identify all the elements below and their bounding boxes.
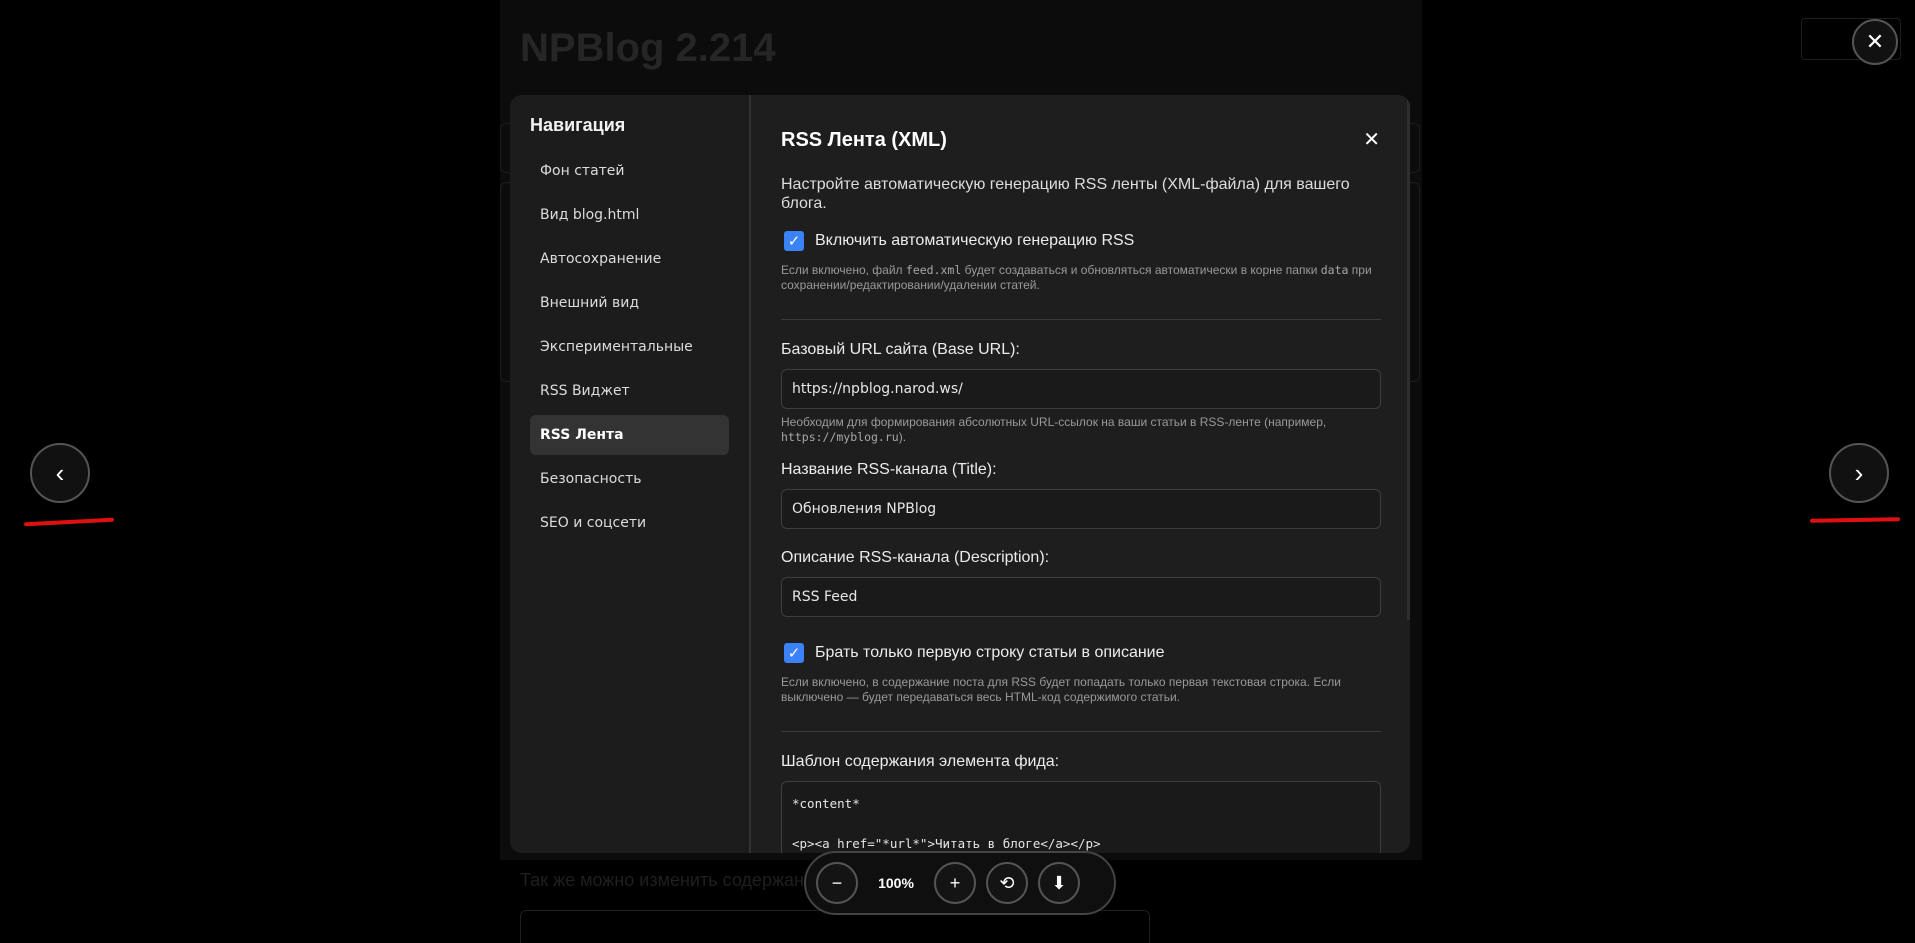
enable-rss-row[interactable]: ✓ Включить автоматическую генерацию RSS [781, 229, 1381, 253]
base-url-input[interactable]: https://npblog.narod.ws/ [781, 369, 1381, 409]
plus-icon: + [949, 872, 961, 893]
channel-title-label: Название RSS-канала (Title): [781, 461, 997, 478]
nav-item-security[interactable]: Безопасность [530, 459, 729, 499]
first-line-hint: Если включено, в содержание поста для RS… [781, 675, 1341, 704]
zoom-toolbar: − 100% + ⟲ ⬇ [804, 851, 1116, 915]
nav-item-autosave[interactable]: Автосохранение [530, 239, 729, 279]
background-text: Так же можно изменить содержан [520, 870, 804, 890]
example-url-code: https://myblog.ru [781, 430, 899, 444]
download-icon: ⬇ [1051, 872, 1067, 893]
first-line-checkbox[interactable]: ✓ [784, 643, 804, 663]
nav-item-rss-widget[interactable]: RSS Виджет [530, 371, 729, 411]
annotation-underline [23, 517, 115, 527]
close-icon[interactable]: ✕ [1363, 127, 1380, 152]
base-url-hint: Необходим для формирования абсолютных UR… [781, 415, 1327, 444]
channel-title-input[interactable]: Обновления NPBlog [781, 489, 1381, 529]
chevron-right-icon: › [1854, 457, 1864, 488]
navigation-list: Фон статей Вид blog.html Автосохранение … [530, 151, 729, 543]
rotate-icon: ⟲ [999, 872, 1015, 893]
nav-item-seo-social[interactable]: SEO и соцсети [530, 503, 729, 543]
zoom-level: 100% [878, 875, 914, 891]
background-page-title: NPBlog 2.214 [520, 26, 776, 70]
feed-xml-code: feed.xml [905, 263, 962, 277]
template-line: *content* [792, 796, 860, 811]
scrollbar[interactable] [1407, 95, 1410, 853]
viewer-stage: NPBlog 2.214 Так же можно изменить содер… [0, 0, 1915, 943]
annotation-underline [1809, 517, 1901, 523]
previous-image-button[interactable]: ‹ [30, 443, 90, 503]
settings-modal: Навигация Фон статей Вид blog.html Автос… [510, 95, 1410, 853]
template-textarea[interactable]: *content* <p><a href="*url*">Читать в бло… [781, 781, 1381, 853]
navigation-title: Навигация [530, 115, 626, 135]
settings-navigation: Навигация Фон статей Вид blog.html Автос… [510, 95, 751, 853]
close-icon: ✕ [1865, 29, 1885, 54]
reset-zoom-button[interactable]: ⟲ [986, 862, 1028, 904]
next-image-button[interactable]: › [1829, 443, 1889, 503]
zoom-out-button[interactable]: − [816, 862, 858, 904]
data-folder-code: data [1320, 263, 1349, 277]
panel-title: RSS Лента (XML) [781, 129, 947, 151]
enable-rss-label: Включить автоматическую генерацию RSS [815, 232, 1135, 249]
divider [781, 319, 1381, 320]
channel-title-field: Название RSS-канала (Title): Обновления … [781, 461, 1381, 529]
settings-content: ✕ RSS Лента (XML) Настройте автоматическ… [751, 95, 1410, 853]
channel-description-label: Описание RSS-канала (Description): [781, 549, 1050, 566]
first-line-label: Брать только первую строку статьи в опис… [815, 644, 1165, 661]
first-line-row[interactable]: ✓ Брать только первую строку статьи в оп… [781, 641, 1381, 665]
nav-item-rss-feed[interactable]: RSS Лента [530, 415, 729, 455]
minus-icon: − [831, 872, 843, 893]
nav-item-article-background[interactable]: Фон статей [530, 151, 729, 191]
viewer-close-button[interactable]: ✕ [1852, 19, 1898, 65]
channel-description-input[interactable]: RSS Feed [781, 577, 1381, 617]
enable-rss-checkbox[interactable]: ✓ [784, 231, 804, 251]
panel-description: Настройте автоматическую генерацию RSS л… [781, 176, 1350, 212]
zoom-in-button[interactable]: + [934, 862, 976, 904]
enable-rss-hint: Если включено, файл feed.xml будет созда… [781, 263, 1372, 292]
chevron-left-icon: ‹ [55, 457, 65, 488]
channel-description-field: Описание RSS-канала (Description): RSS F… [781, 549, 1381, 617]
download-button[interactable]: ⬇ [1038, 862, 1080, 904]
scrollbar-thumb[interactable] [1407, 95, 1410, 620]
nav-item-appearance[interactable]: Внешний вид [530, 283, 729, 323]
divider [781, 731, 1381, 732]
nav-item-blog-view[interactable]: Вид blog.html [530, 195, 729, 235]
template-label: Шаблон содержания элемента фида: [781, 753, 1060, 770]
nav-item-experimental[interactable]: Экспериментальные [530, 327, 729, 367]
base-url-label: Базовый URL сайта (Base URL): [781, 341, 1020, 358]
